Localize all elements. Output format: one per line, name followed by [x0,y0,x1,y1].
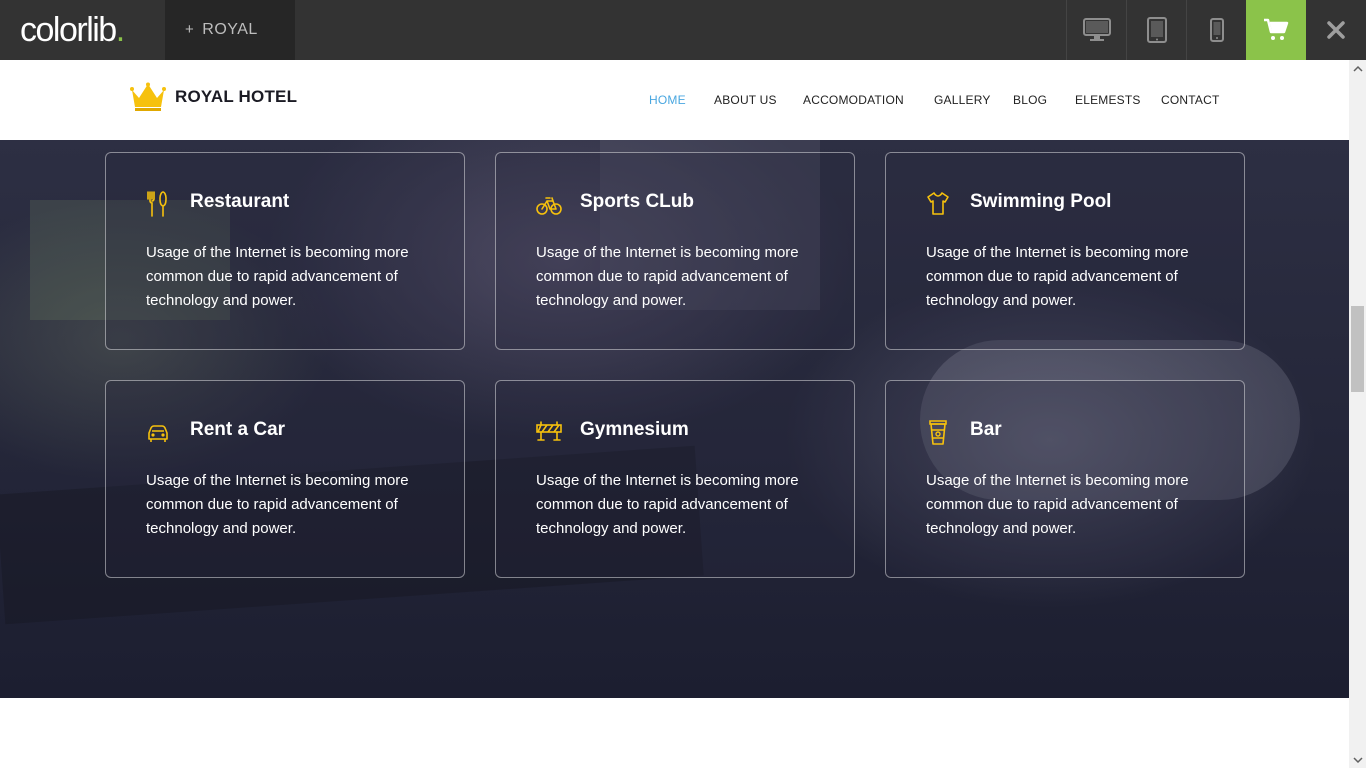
service-description: Usage of the Internet is becoming more c… [536,244,799,309]
mobile-icon [1209,18,1224,42]
service-title: Restaurant [190,191,290,212]
nav-contact[interactable]: CONTACT [1161,93,1220,107]
theme-tab[interactable]: + ROYAL [165,0,295,60]
mobile-view-button[interactable] [1186,0,1246,60]
barrier-icon [536,421,562,441]
shirt-icon [927,192,949,215]
buy-button[interactable] [1246,0,1306,60]
desktop-view-button[interactable] [1066,0,1126,60]
scroll-down-arrow[interactable] [1349,751,1366,768]
close-preview-button[interactable] [1306,0,1366,60]
scroll-up-arrow[interactable] [1349,60,1366,77]
service-description: Usage of the Internet is becoming more c… [926,244,1189,309]
preview-topbar: colorlib. + ROYAL [0,0,1366,60]
services-section: Restaurant Usage of the Internet is beco… [0,140,1349,698]
colorlib-logo[interactable]: colorlib. [20,8,125,52]
theme-name: ROYAL [202,21,258,38]
service-card-rent-a-car[interactable]: Rent a Car Usage of the Internet is beco… [105,380,465,578]
scrollbar-thumb[interactable] [1351,306,1364,392]
nav-blog[interactable]: BLOG [1013,93,1047,107]
service-title: Gymnesium [580,419,689,440]
service-card-swimming-pool[interactable]: Swimming Pool Usage of the Internet is b… [885,152,1245,350]
site-logo[interactable]: ROYAL HOTEL [130,82,297,112]
service-title: Swimming Pool [970,191,1112,212]
site-logo-text: ROYAL HOTEL [175,87,298,106]
nav-about-us[interactable]: ABOUT US [714,93,777,107]
restaurant-icon [147,191,167,217]
page-scrollbar[interactable] [1349,60,1366,768]
chevron-down-icon [1352,756,1363,763]
service-card-sports-club[interactable]: Sports CLub Usage of the Internet is bec… [495,152,855,350]
tablet-view-button[interactable] [1126,0,1186,60]
site-header: ROYAL HOTEL HOME ABOUT US ACCOMODATION G… [0,60,1349,140]
close-icon [1327,21,1345,39]
nav-accomodation[interactable]: ACCOMODATION [803,93,904,107]
service-card-bar[interactable]: Bar Usage of the Internet is becoming mo… [885,380,1245,578]
service-description: Usage of the Internet is becoming more c… [536,472,799,537]
cup-icon [929,420,947,445]
nav-home[interactable]: HOME [649,93,686,107]
service-card-gymnesium[interactable]: Gymnesium Usage of the Internet is becom… [495,380,855,578]
service-description: Usage of the Internet is becoming more c… [926,472,1189,537]
nav-elements[interactable]: ELEMESTS [1075,93,1141,107]
brand-dot: . [115,11,125,49]
tablet-icon [1146,17,1167,43]
service-title: Rent a Car [190,419,286,440]
cart-icon [1264,18,1289,40]
brand-text: colorlib [20,11,117,49]
desktop-icon [1082,18,1111,41]
service-description: Usage of the Internet is becoming more c… [146,244,409,309]
service-title: Sports CLub [580,191,694,212]
service-title: Bar [970,419,1002,440]
service-card-restaurant[interactable]: Restaurant Usage of the Internet is beco… [105,152,465,350]
site-frame: ROYAL HOTEL HOME ABOUT US ACCOMODATION G… [0,60,1349,768]
car-icon [148,425,168,442]
crown-icon [130,82,166,111]
chevron-up-icon [1352,65,1363,72]
service-description: Usage of the Internet is becoming more c… [146,472,409,537]
bicycle-icon [536,197,562,215]
nav-gallery[interactable]: GALLERY [934,93,991,107]
plus-icon: + [185,21,195,38]
